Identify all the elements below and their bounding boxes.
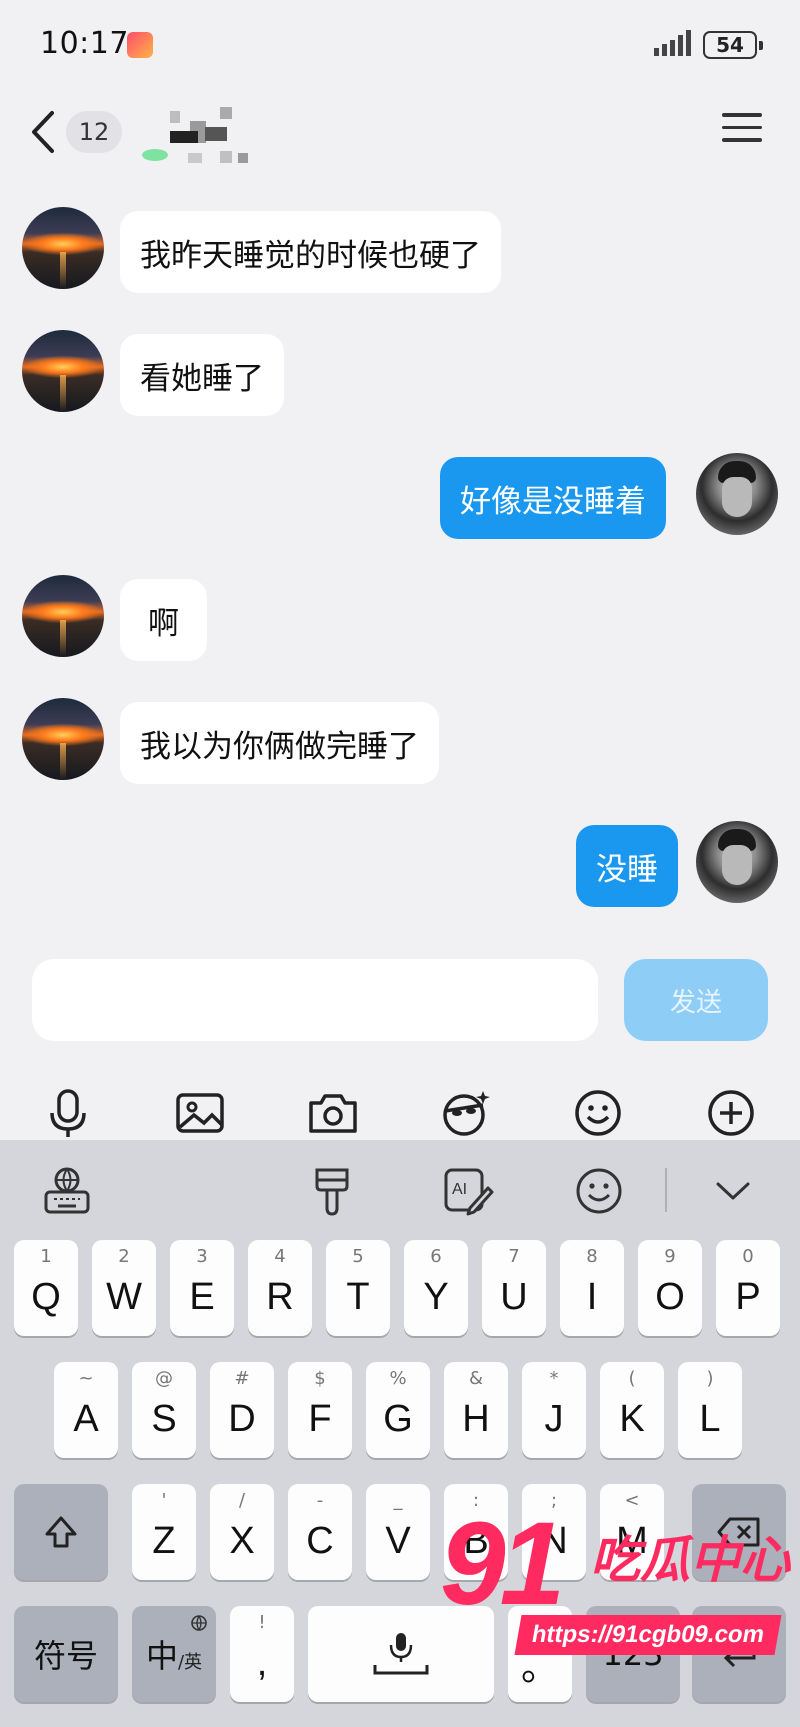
key-x[interactable]: / X: [210, 1484, 274, 1580]
user-avatar[interactable]: [696, 453, 778, 535]
collapse-icon[interactable]: [706, 1164, 760, 1218]
message-bubble-incoming[interactable]: 我以为你俩做完睡了: [120, 702, 439, 784]
key-o[interactable]: 9O: [638, 1240, 702, 1336]
svg-text:AI: AI: [452, 1181, 467, 1198]
emoji-icon[interactable]: [570, 1085, 626, 1141]
status-bar: 10:17 54: [0, 0, 800, 90]
key-a[interactable]: ~ A: [54, 1362, 118, 1458]
key-q[interactable]: 1Q: [14, 1240, 78, 1336]
app-badge-icon: [127, 32, 153, 58]
microphone-icon[interactable]: [40, 1085, 96, 1141]
ai-write-icon[interactable]: AI: [440, 1164, 494, 1218]
symbols-key[interactable]: 符号: [14, 1606, 118, 1702]
message-input[interactable]: [32, 959, 598, 1041]
key-d[interactable]: # D: [210, 1362, 274, 1458]
plus-icon[interactable]: [703, 1085, 759, 1141]
key-p[interactable]: 0P: [716, 1240, 780, 1336]
signal-icon: [654, 30, 691, 56]
message-bubble-incoming[interactable]: 我昨天睡觉的时候也硬了: [120, 211, 501, 293]
key-i[interactable]: 8I: [560, 1240, 624, 1336]
message-bubble-incoming[interactable]: 啊: [120, 579, 207, 661]
comma-key[interactable]: !,: [230, 1606, 294, 1702]
key-h[interactable]: & H: [444, 1362, 508, 1458]
chat-header: 12: [0, 95, 800, 185]
key-s[interactable]: @ S: [132, 1362, 196, 1458]
chevron-left-icon[interactable]: [26, 107, 60, 157]
toolbar-divider: [665, 1168, 667, 1212]
key-w[interactable]: 2W: [92, 1240, 156, 1336]
status-time: 10:17: [40, 26, 129, 61]
key-g[interactable]: % G: [366, 1362, 430, 1458]
contact-avatar[interactable]: [22, 698, 104, 780]
message-bubble-outgoing[interactable]: 好像是没睡着: [440, 457, 666, 539]
emoji-icon[interactable]: [572, 1164, 626, 1218]
key-v[interactable]: _ V: [366, 1484, 430, 1580]
camera-icon[interactable]: [305, 1085, 361, 1141]
ai-face-icon[interactable]: [437, 1085, 493, 1141]
send-button[interactable]: 发送: [624, 959, 768, 1041]
language-toggle-key[interactable]: 中 /英: [132, 1606, 216, 1702]
watermark-title: 吃瓜中心: [590, 1531, 790, 1589]
key-c[interactable]: -C: [288, 1484, 352, 1580]
key-r[interactable]: 4R: [248, 1240, 312, 1336]
globe-icon: [191, 1615, 207, 1631]
key-f[interactable]: $ F: [288, 1362, 352, 1458]
key-u[interactable]: 7U: [482, 1240, 546, 1336]
key-l[interactable]: ) L: [678, 1362, 742, 1458]
watermark-url: https://91cgb09.com: [514, 1615, 782, 1655]
battery-indicator: 54: [703, 31, 763, 59]
message-bubble-outgoing[interactable]: 没睡: [576, 825, 678, 907]
contact-avatar[interactable]: [22, 330, 104, 412]
image-icon[interactable]: [172, 1085, 228, 1141]
key-y[interactable]: 6Y: [404, 1240, 468, 1336]
input-bar: 发送: [0, 945, 800, 1055]
key-e[interactable]: 3E: [170, 1240, 234, 1336]
shift-icon: [45, 1516, 77, 1548]
keyboard-toolbar: AI: [0, 1140, 800, 1240]
brush-icon[interactable]: [305, 1164, 359, 1218]
menu-icon[interactable]: [722, 113, 762, 147]
message-bubble-incoming[interactable]: 看她睡了: [120, 334, 284, 416]
key-z[interactable]: ' Z: [132, 1484, 196, 1580]
unread-count-badge[interactable]: 12: [66, 111, 122, 153]
site-watermark: 91 吃瓜中心 https://91cgb09.com: [440, 1505, 800, 1665]
key-t[interactable]: 5T: [326, 1240, 390, 1336]
keyboard-settings-icon[interactable]: [40, 1164, 94, 1218]
message-list: 我昨天睡觉的时候也硬了 看她睡了 好像是没睡着 啊 我以为你俩做完睡了 没睡: [0, 195, 800, 935]
shift-key[interactable]: [14, 1484, 108, 1580]
user-avatar[interactable]: [696, 821, 778, 903]
key-j[interactable]: * J: [522, 1362, 586, 1458]
key-k[interactable]: (K: [600, 1362, 664, 1458]
contact-name-redacted: [142, 107, 248, 163]
microphone-icon: [373, 1633, 429, 1675]
watermark-number: 91: [440, 1498, 565, 1630]
contact-avatar[interactable]: [22, 575, 104, 657]
contact-avatar[interactable]: [22, 207, 104, 289]
